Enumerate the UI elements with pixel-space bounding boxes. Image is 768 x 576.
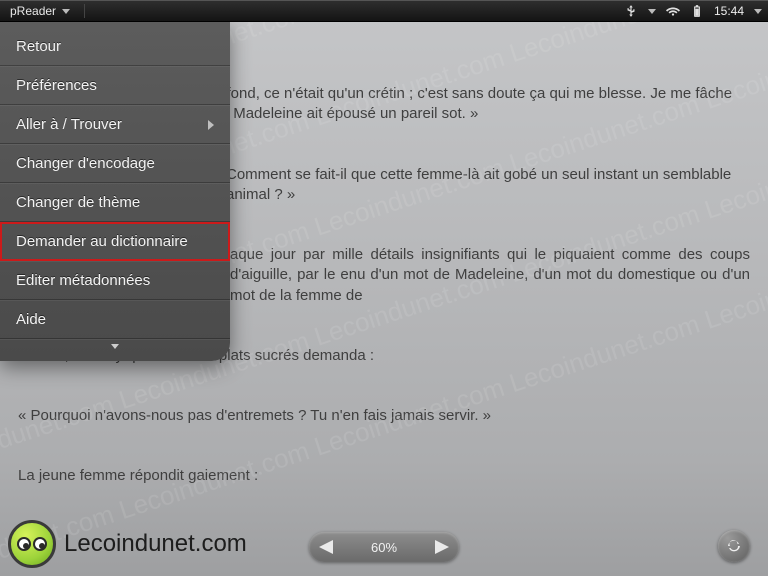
paragraph: Au fond, ce n'était qu'un crétin ; c'est…: [204, 84, 750, 125]
mascot-icon: [8, 520, 56, 568]
chevron-down-icon: [648, 9, 656, 14]
app-menu-trigger[interactable]: pReader: [10, 4, 85, 18]
menu-item-label: Changer d'encodage: [16, 155, 155, 172]
refresh-icon: [726, 538, 742, 554]
battery-icon: [690, 4, 704, 18]
chevron-down-icon: [111, 344, 119, 349]
menu-item-label: Aller à / Trouver: [16, 116, 122, 133]
app-menu: Retour Préférences Aller à / Trouver Cha…: [0, 22, 230, 361]
pager: 60%: [309, 532, 459, 562]
paragraph: « Pourquoi n'avons-nous pas d'entremets …: [18, 406, 750, 426]
next-page-button[interactable]: [435, 540, 449, 554]
paragraph: aque jour par mille détails insignifiant…: [230, 245, 750, 306]
menu-item-goto-find[interactable]: Aller à / Trouver: [0, 105, 230, 144]
menu-more[interactable]: [0, 339, 230, 357]
menu-item-label: Retour: [16, 38, 61, 55]
paragraph: Comment se fait-il que cette femme-là ai…: [226, 165, 750, 206]
menu-item-dictionary[interactable]: Demander au dictionnaire: [0, 222, 230, 261]
app-name: pReader: [10, 4, 56, 18]
menu-item-change-encoding[interactable]: Changer d'encodage: [0, 144, 230, 183]
status-tray: 15:44: [624, 4, 762, 18]
chevron-right-icon: [208, 120, 214, 130]
menu-item-back[interactable]: Retour: [0, 28, 230, 66]
menu-item-preferences[interactable]: Préférences: [0, 66, 230, 105]
menu-item-label: Aide: [16, 311, 46, 328]
chevron-down-icon: [754, 9, 762, 14]
refresh-button[interactable]: [718, 530, 750, 562]
menu-item-change-theme[interactable]: Changer de thème: [0, 183, 230, 222]
wifi-icon: [666, 4, 680, 18]
site-name: Lecoindunet.com: [64, 530, 247, 558]
chevron-down-icon: [62, 9, 70, 14]
prev-page-button[interactable]: [319, 540, 333, 554]
usb-icon: [624, 4, 638, 18]
menu-item-label: Editer métadonnées: [16, 272, 150, 289]
menu-item-label: Changer de thème: [16, 194, 140, 211]
clock: 15:44: [714, 4, 744, 18]
paragraph: La jeune femme répondit gaiement :: [18, 466, 750, 486]
top-bar: pReader 15:44: [0, 0, 768, 22]
site-branding: Lecoindunet.com: [8, 520, 247, 568]
menu-item-help[interactable]: Aide: [0, 300, 230, 339]
menu-item-edit-metadata[interactable]: Editer métadonnées: [0, 261, 230, 300]
divider: [84, 4, 85, 18]
menu-item-label: Demander au dictionnaire: [16, 233, 188, 250]
menu-item-label: Préférences: [16, 77, 97, 94]
progress-percent: 60%: [371, 540, 397, 555]
